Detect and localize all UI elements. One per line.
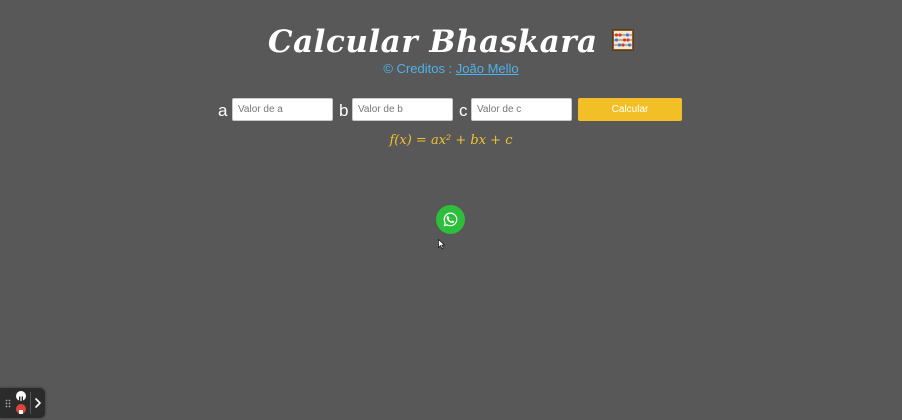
credits-author-link[interactable]: João Mello [456,61,519,76]
input-a[interactable] [232,98,333,121]
abacus-icon [612,29,635,51]
calculate-button[interactable]: Calcular [578,98,682,121]
label-c: c [459,101,468,120]
pause-icon [19,396,23,402]
toolbar-divider [30,392,31,414]
label-b: b [339,101,349,120]
credits-prefix: © Creditos : [383,61,456,76]
page: Calcular Bhaskara © Creditos : João Mell… [0,0,902,420]
input-b[interactable] [352,98,453,121]
formula-text: f(x) = ax² + bx + c [389,133,513,148]
input-c[interactable] [471,98,572,121]
mouse-cursor-icon [438,239,445,249]
label-a: a [218,101,228,120]
whatsapp-button[interactable] [436,205,465,234]
stop-icon [19,410,23,414]
stop-button[interactable] [16,404,26,414]
whatsapp-icon [443,212,458,227]
pause-button[interactable] [16,391,26,402]
header: Calcular Bhaskara [0,22,902,62]
page-title: Calcular Bhaskara [267,24,598,60]
recording-toolbar [0,388,45,418]
chevron-right-icon[interactable] [33,396,43,410]
drag-handle-icon[interactable] [5,399,11,408]
credits: © Creditos : João Mello [0,61,902,77]
